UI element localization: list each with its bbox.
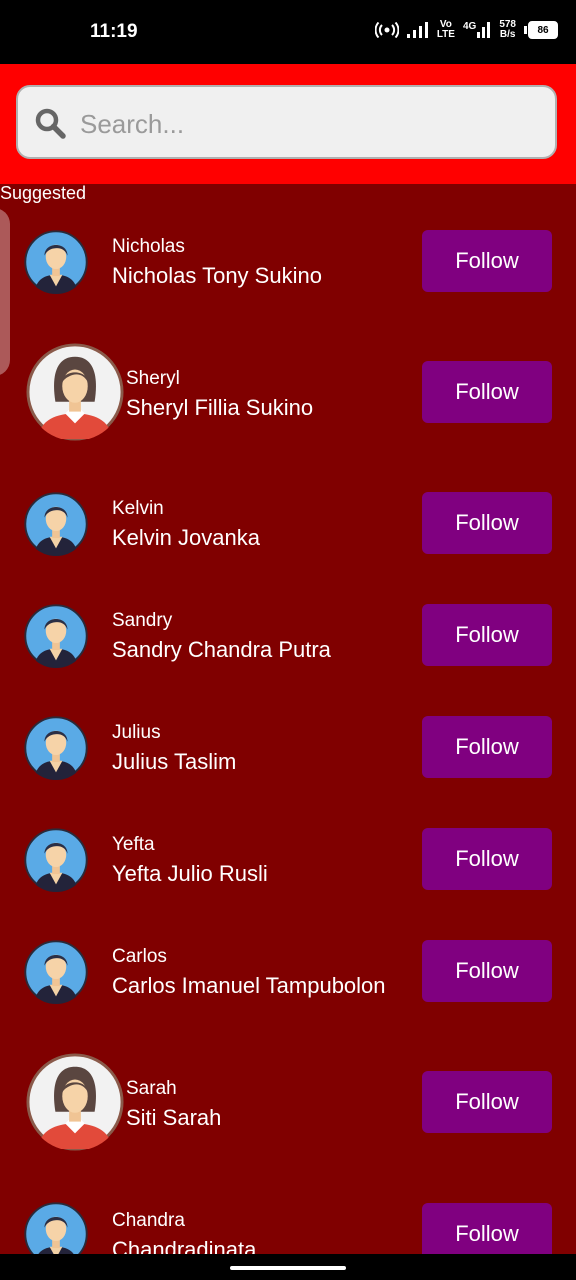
male-avatar-icon xyxy=(24,940,88,1004)
user-short-name: Nicholas xyxy=(112,236,185,257)
list-item: Chandra Chandradinata Follow xyxy=(0,1202,576,1254)
user-short-name: Sandry xyxy=(112,610,173,631)
header xyxy=(0,64,576,184)
search-input[interactable] xyxy=(78,101,542,147)
signal-icon xyxy=(477,22,491,38)
user-full-name: Chandradinata xyxy=(112,1237,257,1254)
user-full-name: Siti Sarah xyxy=(126,1105,222,1130)
signal-icon xyxy=(406,22,428,38)
search-icon xyxy=(35,108,66,139)
user-full-name: Sheryl Fillia Sukino xyxy=(126,395,314,420)
male-avatar-icon xyxy=(24,604,88,668)
male-avatar-icon xyxy=(24,492,88,556)
list-item: Sheryl Sheryl Fillia Sukino Follow xyxy=(0,342,576,442)
status-icons: Vo LTE 4G 578 B/s 86 xyxy=(374,19,558,40)
navigation-bar xyxy=(0,1254,576,1280)
list-item: Yefta Yefta Julio Rusli Follow xyxy=(0,828,576,892)
search-bar[interactable] xyxy=(16,85,557,159)
list-item: Nicholas Nicholas Tony Sukino Follow xyxy=(0,230,576,294)
follow-button[interactable]: Follow xyxy=(422,604,552,666)
network-type-indicator: 4G xyxy=(463,22,491,38)
user-full-name: Carlos Imanuel Tampubolon xyxy=(112,973,386,998)
follow-button[interactable]: Follow xyxy=(422,1203,552,1254)
status-bar: 11:19 Vo LTE 4G 578 B/s 86 xyxy=(0,0,576,64)
user-short-name: Julius xyxy=(112,722,161,743)
list-item: Sarah Siti Sarah Follow xyxy=(0,1052,576,1152)
follow-button[interactable]: Follow xyxy=(422,361,552,423)
male-avatar-icon xyxy=(24,828,88,892)
user-short-name: Sarah xyxy=(126,1078,177,1099)
user-short-name: Yefta xyxy=(112,834,155,855)
list-item: Julius Julius Taslim Follow xyxy=(0,716,576,780)
female-avatar-icon xyxy=(26,343,124,441)
user-short-name: Chandra xyxy=(112,1210,185,1231)
volte-indicator: Vo LTE xyxy=(436,19,455,40)
female-avatar-icon xyxy=(26,1053,124,1151)
section-label-suggested: Suggested xyxy=(0,183,87,203)
follow-button[interactable]: Follow xyxy=(422,940,552,1002)
follow-button[interactable]: Follow xyxy=(422,716,552,778)
user-short-name: Sheryl xyxy=(126,368,180,389)
follow-button[interactable]: Follow xyxy=(422,828,552,890)
user-short-name: Kelvin xyxy=(112,498,164,519)
user-full-name: Nicholas Tony Sukino xyxy=(112,263,322,288)
list-item: Kelvin Kelvin Jovanka Follow xyxy=(0,492,576,556)
male-avatar-icon xyxy=(24,1202,88,1254)
list-item: Carlos Carlos Imanuel Tampubolon Follow xyxy=(0,940,576,1004)
network-speed: 578 B/s xyxy=(499,19,516,40)
home-gesture-handle[interactable] xyxy=(230,1266,346,1270)
male-avatar-icon xyxy=(24,230,88,294)
follow-button[interactable]: Follow xyxy=(422,1071,552,1133)
user-full-name: Sandry Chandra Putra xyxy=(112,637,331,662)
user-full-name: Kelvin Jovanka xyxy=(112,525,260,550)
user-short-name: Carlos xyxy=(112,946,167,967)
hotspot-icon xyxy=(374,22,399,38)
male-avatar-icon xyxy=(24,716,88,780)
user-full-name: Julius Taslim xyxy=(112,749,237,774)
follow-button[interactable]: Follow xyxy=(422,492,552,554)
battery-icon: 86 xyxy=(528,21,558,39)
follow-button[interactable]: Follow xyxy=(422,230,552,292)
status-time: 11:19 xyxy=(90,21,138,42)
list-item: Sandry Sandry Chandra Putra Follow xyxy=(0,604,576,668)
user-full-name: Yefta Julio Rusli xyxy=(112,861,268,886)
